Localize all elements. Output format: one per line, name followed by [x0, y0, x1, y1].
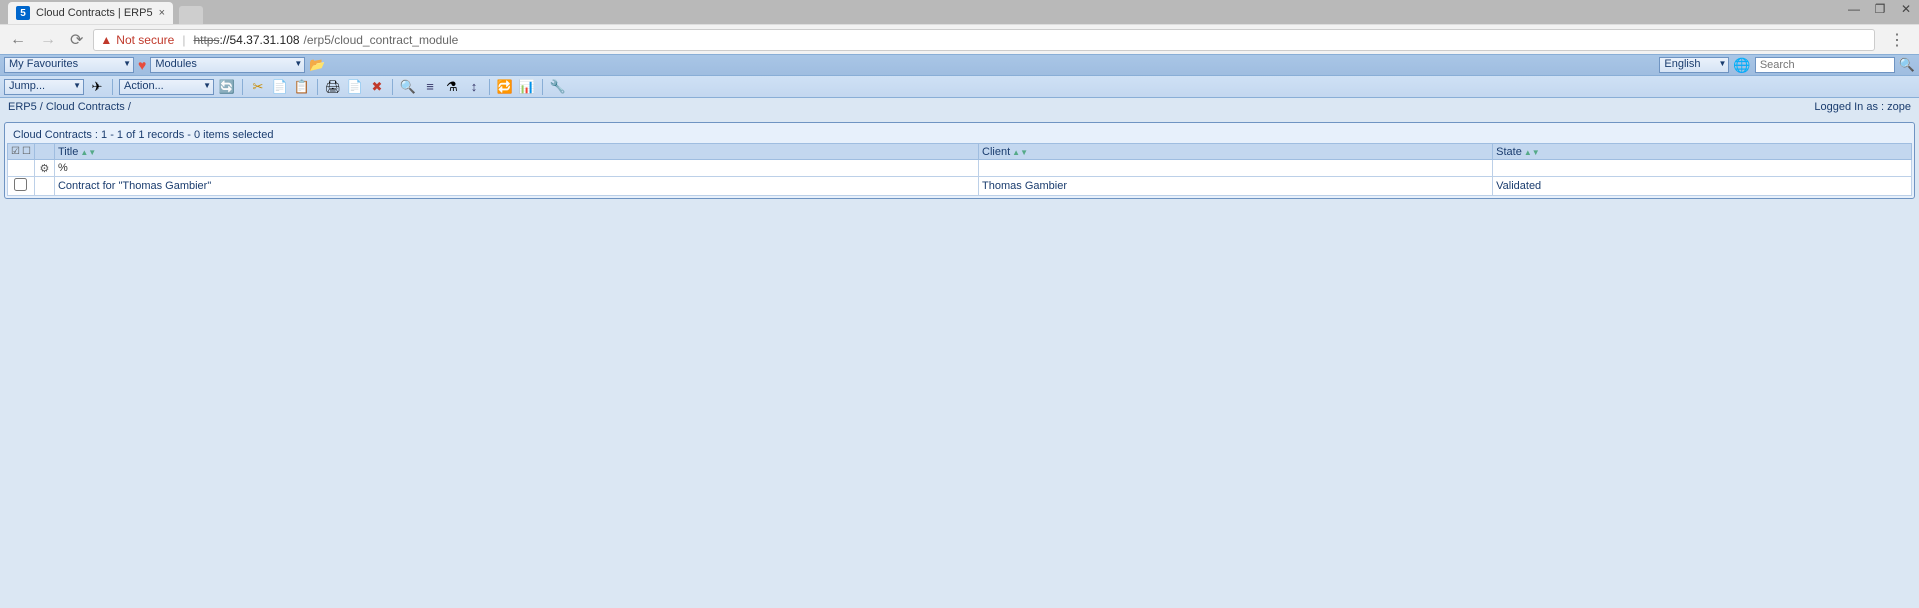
report-icon[interactable]: 📊 — [518, 78, 536, 96]
erp-toolbar: Jump... ✈ Action... 🔄 ✂ 📄 📋 🖨 📄 ✖ 🔍 ≡ ⚗ … — [0, 76, 1919, 98]
favicon: 5 — [16, 6, 30, 20]
sort-arrows-icon[interactable]: ▲▼ — [80, 148, 96, 157]
sort-arrows-icon[interactable]: ▲▼ — [1524, 148, 1540, 157]
check-all-icon[interactable]: ☑ — [11, 146, 20, 157]
new-tab-button[interactable] — [179, 6, 203, 24]
url-path: /erp5/cloud_contract_module — [304, 33, 459, 47]
show-all-icon[interactable]: ≡ — [421, 78, 439, 96]
configure-icon[interactable]: 🔧 — [549, 78, 567, 96]
filter-client-input[interactable] — [982, 161, 1489, 175]
header-state[interactable]: State▲▼ — [1493, 144, 1912, 160]
new-icon[interactable]: 📄 — [346, 78, 364, 96]
maximize-icon[interactable]: ❐ — [1871, 2, 1889, 16]
browser-menu-icon[interactable]: ⋮ — [1881, 30, 1913, 50]
tab-bar: 5 Cloud Contracts | ERP5 × — ❐ ✕ — [0, 0, 1919, 24]
filter-spacer — [8, 160, 35, 177]
filter-title-input[interactable] — [58, 161, 975, 175]
favourites-select[interactable]: My Favourites — [4, 57, 134, 73]
filter-action-icon[interactable]: ⚙ — [34, 160, 54, 177]
translate-icon[interactable]: 🌐 — [1733, 57, 1750, 74]
warning-icon: ▲ — [100, 33, 112, 47]
action-go-icon[interactable]: 🔄 — [218, 78, 236, 96]
window-controls: — ❐ ✕ — [1845, 2, 1915, 16]
breadcrumb-trailing: / — [128, 101, 131, 113]
row-state: Validated — [1493, 177, 1912, 196]
heart-icon[interactable]: ♥ — [138, 57, 146, 73]
browser-chrome: 5 Cloud Contracts | ERP5 × — ❐ ✕ ← → ⟳ ▲… — [0, 0, 1919, 54]
tab-title: Cloud Contracts | ERP5 — [36, 7, 153, 19]
listbox-table: ☑ ☐ Title▲▼ Client▲▼ State▲▼ ⚙ — [7, 143, 1912, 196]
header-icon-col — [34, 144, 54, 160]
header-title[interactable]: Title▲▼ — [54, 144, 978, 160]
action-select[interactable]: Action... — [119, 79, 214, 95]
copy-icon[interactable]: 📄 — [271, 78, 289, 96]
listbox-title-row: Cloud Contracts : 1 - 1 of 1 records - 0… — [5, 125, 1914, 143]
address-bar: ← → ⟳ ▲ Not secure | https://54.37.31.10… — [0, 24, 1919, 54]
modules-label: Modules — [155, 58, 197, 70]
jump-go-icon[interactable]: ✈ — [88, 78, 106, 96]
listbox: Cloud Contracts : 1 - 1 of 1 records - 0… — [4, 122, 1915, 199]
exchange-icon[interactable]: 🔁 — [496, 78, 514, 96]
header-client[interactable]: Client▲▼ — [979, 144, 1493, 160]
filter-row: ⚙ — [8, 160, 1912, 177]
tab-close-icon[interactable]: × — [159, 7, 165, 19]
forward-button[interactable]: → — [36, 31, 60, 49]
open-folder-icon[interactable]: 📂 — [309, 57, 325, 73]
not-secure-label: Not secure — [116, 33, 174, 47]
sort-icon[interactable]: ↕ — [465, 78, 483, 96]
delete-icon[interactable]: ✖ — [368, 78, 386, 96]
paste-icon[interactable]: 📋 — [293, 78, 311, 96]
jump-label: Jump... — [9, 80, 45, 92]
uncheck-all-icon[interactable]: ☐ — [22, 146, 31, 157]
back-button[interactable]: ← — [6, 31, 30, 49]
minimize-icon[interactable]: — — [1845, 2, 1863, 16]
row-checkbox[interactable] — [14, 178, 27, 191]
breadcrumb-root[interactable]: ERP5 — [8, 101, 37, 113]
header-check-all[interactable]: ☑ ☐ — [8, 144, 35, 160]
breadcrumb-row: ERP5 / Cloud Contracts / Logged In as : … — [0, 98, 1919, 116]
erp-global-bar: My Favourites ♥ Modules 📂 English 🌐 🔍 — [0, 54, 1919, 76]
language-select[interactable]: English — [1659, 57, 1729, 73]
modules-select[interactable]: Modules — [150, 57, 305, 73]
reload-button[interactable]: ⟳ — [66, 30, 87, 50]
cut-icon[interactable]: ✂ — [249, 78, 267, 96]
breadcrumb-module[interactable]: Cloud Contracts — [46, 101, 125, 113]
row-icon — [34, 177, 54, 196]
table-row: Contract for "Thomas Gambier" Thomas Gam… — [8, 177, 1912, 196]
sort-arrows-icon[interactable]: ▲▼ — [1012, 148, 1028, 157]
action-label: Action... — [124, 80, 164, 92]
find-icon[interactable]: 🔍 — [399, 78, 417, 96]
favourites-label: My Favourites — [9, 58, 78, 70]
row-client: Thomas Gambier — [979, 177, 1493, 196]
row-title-link[interactable]: Contract for "Thomas Gambier" — [58, 180, 211, 192]
search-icon[interactable]: 🔍 — [1899, 57, 1915, 73]
url-host: https://54.37.31.108 — [193, 33, 299, 47]
url-input[interactable]: ▲ Not secure | https://54.37.31.108/erp5… — [93, 29, 1875, 51]
listbox-summary: : 1 - 1 of 1 records - 0 items selected — [92, 129, 274, 141]
global-search-input[interactable] — [1755, 57, 1895, 73]
print-icon[interactable]: 🖨 — [324, 78, 342, 96]
filter-icon[interactable]: ⚗ — [443, 78, 461, 96]
jump-select[interactable]: Jump... — [4, 79, 84, 95]
close-window-icon[interactable]: ✕ — [1897, 2, 1915, 16]
login-info: Logged In as : zope — [1814, 101, 1911, 113]
separator: | — [182, 33, 185, 47]
filter-state-input[interactable] — [1496, 161, 1908, 175]
listbox-title: Cloud Contracts — [13, 129, 92, 141]
browser-tab[interactable]: 5 Cloud Contracts | ERP5 × — [8, 2, 173, 24]
language-label: English — [1664, 58, 1700, 70]
